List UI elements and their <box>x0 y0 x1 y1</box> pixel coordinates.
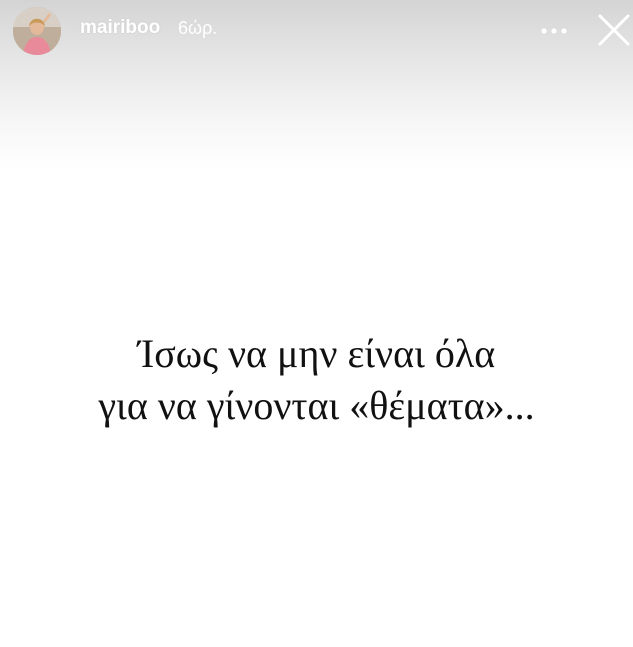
story-caption: Ίσως να μην είναι όλα για να γίνονται «θ… <box>0 328 633 432</box>
story-caption-line-2: για να γίνονται «θέματα»... <box>98 383 535 428</box>
story-header: mairiboo 6ώρ. <box>0 0 633 62</box>
username-label[interactable]: mairiboo <box>80 17 160 39</box>
more-options-icon <box>541 28 567 34</box>
profile-avatar[interactable] <box>13 7 61 55</box>
story-viewer[interactable]: mairiboo 6ώρ. Ίσως να μην είναι όλα για … <box>0 0 633 647</box>
close-icon <box>598 14 630 46</box>
story-timestamp: 6ώρ. <box>178 18 218 38</box>
story-caption-line-1: Ίσως να μην είναι όλα <box>137 331 496 376</box>
close-button[interactable] <box>596 12 632 48</box>
avatar-image <box>13 7 61 55</box>
more-options-button[interactable] <box>538 18 570 44</box>
